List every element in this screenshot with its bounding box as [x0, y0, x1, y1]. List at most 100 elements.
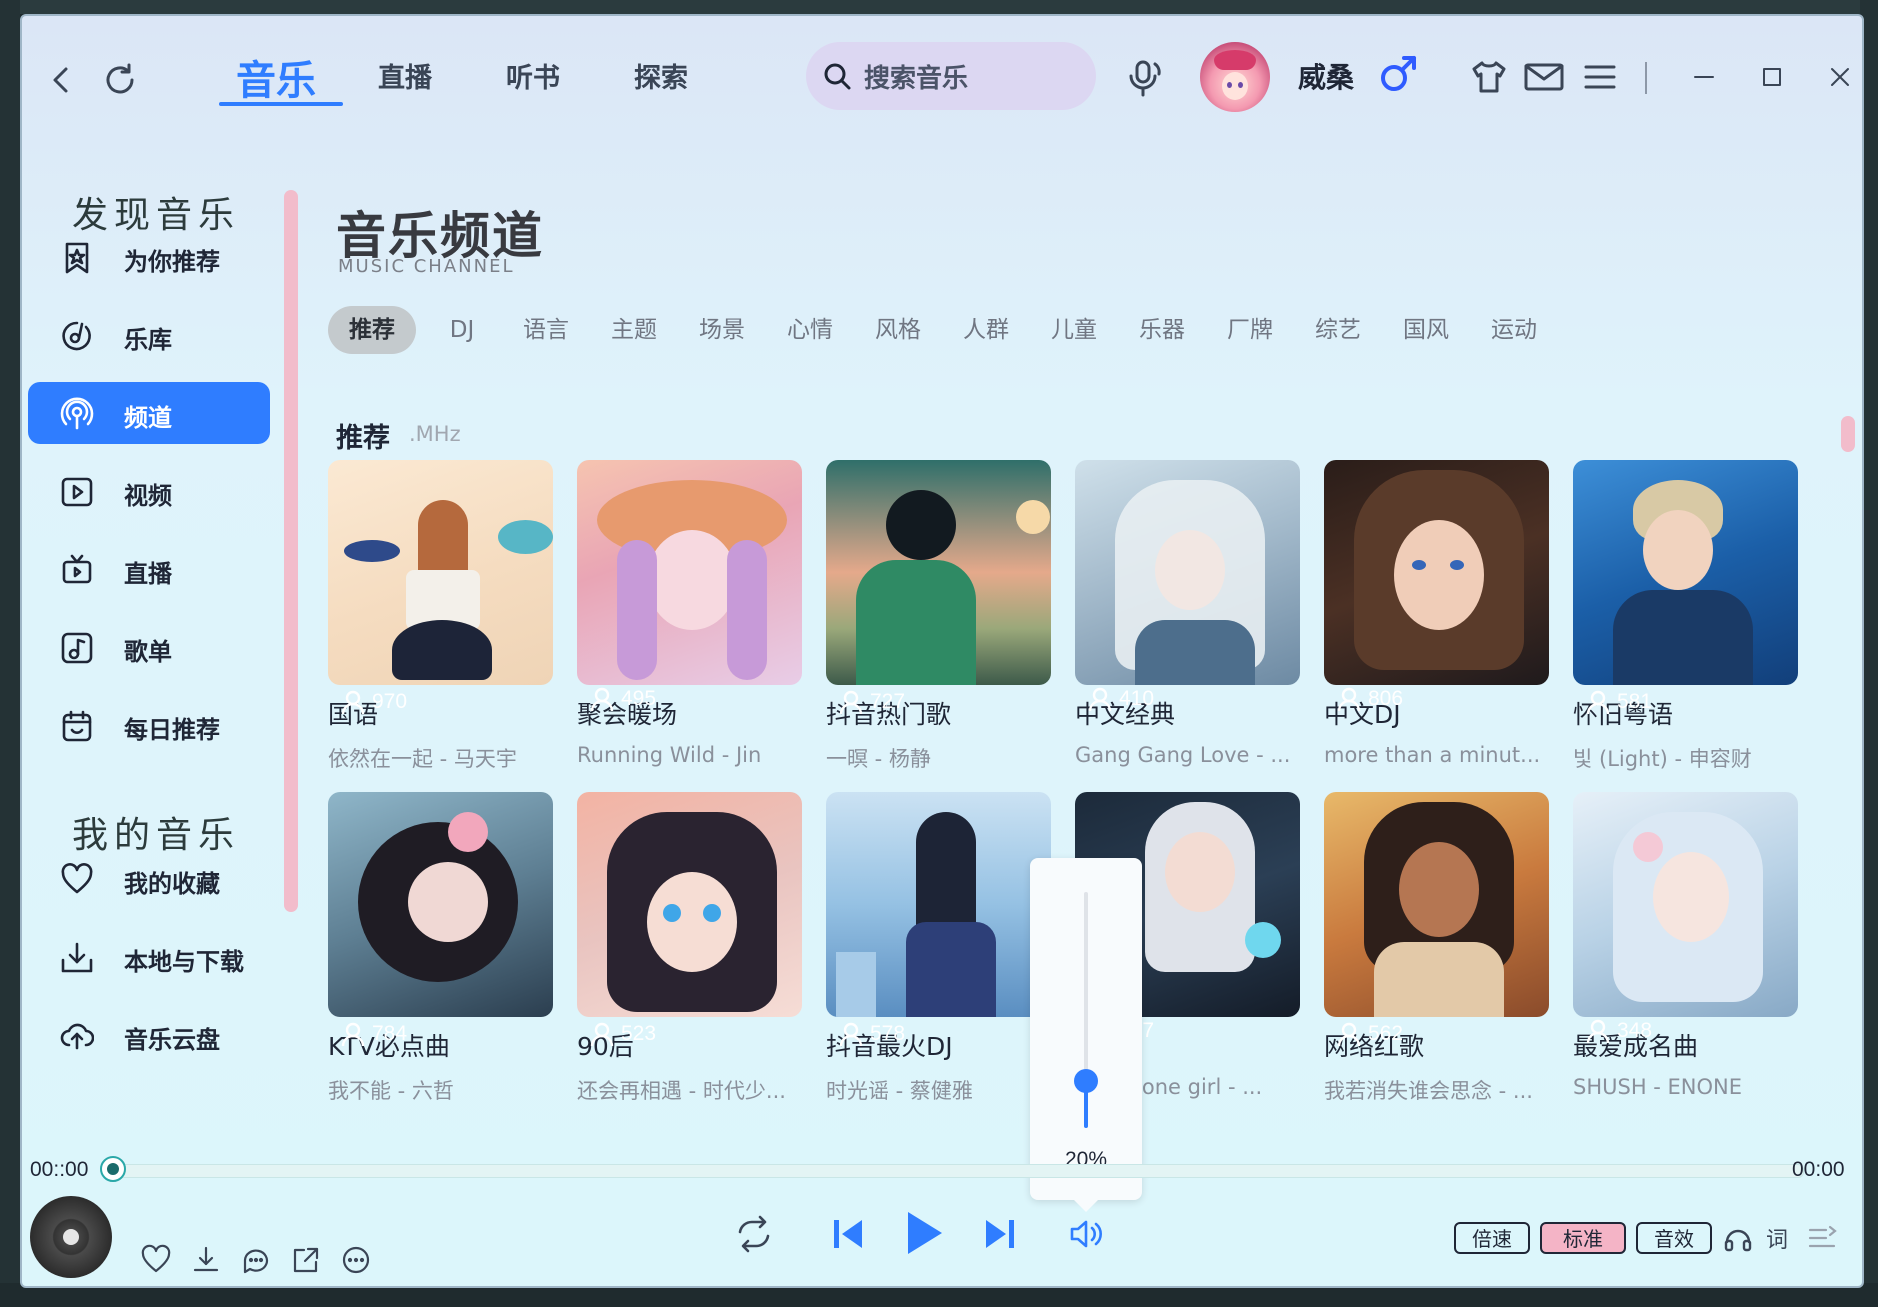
category-tab[interactable]: 厂牌	[1220, 306, 1280, 354]
volume-button[interactable]	[1066, 1214, 1106, 1254]
sidebar-item-download[interactable]: 本地与下载	[28, 926, 270, 988]
play-button[interactable]	[902, 1208, 946, 1258]
share-button[interactable]	[290, 1244, 322, 1276]
sidebar-item-live[interactable]: 直播	[28, 538, 270, 600]
lyrics-button[interactable]: 词	[1766, 1222, 1788, 1254]
user-icon	[1586, 1019, 1610, 1043]
minimize-button[interactable]	[1684, 62, 1724, 92]
category-tab[interactable]: 乐器	[1132, 306, 1192, 354]
category-tab[interactable]: 综艺	[1308, 306, 1368, 354]
headphones-icon	[1724, 1229, 1752, 1252]
listener-count: 727	[838, 642, 905, 761]
progress-track[interactable]	[112, 1164, 1804, 1178]
sidebar-item-cloud[interactable]: 音乐云盘	[28, 1004, 270, 1066]
category-tab[interactable]: DJ	[442, 306, 482, 354]
category-tab[interactable]: 心情	[780, 306, 840, 354]
section-title: 推荐	[336, 423, 390, 454]
playlist-queue-button[interactable]	[1806, 1222, 1838, 1254]
search-input[interactable]: 搜索音乐	[806, 42, 1096, 110]
volume-knob[interactable]	[1074, 1069, 1098, 1093]
music-note-icon	[60, 631, 94, 665]
user-icon	[590, 687, 614, 711]
tv-icon	[60, 553, 94, 587]
category-tab[interactable]: 人群	[956, 306, 1016, 354]
more-button[interactable]	[340, 1244, 372, 1276]
sidebar-item-channel[interactable]: 频道	[28, 382, 270, 444]
maximize-button[interactable]	[1752, 60, 1792, 94]
comment-button[interactable]	[240, 1244, 272, 1276]
sidebar-item-video[interactable]: 视频	[28, 460, 270, 522]
skin-button[interactable]	[1468, 56, 1510, 98]
category-tab[interactable]: 风格	[868, 306, 928, 354]
sidebar-item-library[interactable]: 乐库	[28, 304, 270, 366]
channel-card[interactable]: 581 怀旧粤语 빛 (Light) - 申容财	[1573, 460, 1798, 773]
channel-card[interactable]: 523 90后 还会再相遇 - 时代少...	[577, 792, 802, 1105]
speed-button[interactable]: 倍速	[1454, 1222, 1530, 1254]
category-tab[interactable]: 儿童	[1044, 306, 1104, 354]
channel-card[interactable]: 970 国语 依然在一起 - 马天宇	[328, 460, 553, 773]
back-button[interactable]	[42, 60, 82, 100]
listener-count: 562	[1336, 974, 1403, 1093]
refresh-button[interactable]	[98, 58, 142, 102]
tab-audiobook[interactable]: 听书	[506, 56, 560, 95]
tab-music[interactable]: 音乐	[236, 48, 316, 106]
sidebar-scrollbar[interactable]	[284, 190, 298, 912]
close-icon	[1831, 68, 1849, 86]
sidebar-item-label: 视频	[124, 482, 172, 510]
category-tab[interactable]: 国风	[1396, 306, 1456, 354]
next-button[interactable]	[982, 1216, 1018, 1252]
sidebar-item-favorites[interactable]: 我的收藏	[28, 848, 270, 910]
share-icon	[293, 1247, 319, 1273]
category-tab[interactable]: 主题	[604, 306, 664, 354]
menu-button[interactable]	[1578, 56, 1622, 98]
comment-icon	[243, 1249, 269, 1274]
channel-card[interactable]: 348 最爱成名曲 SHUSH - ENONE	[1573, 792, 1798, 1099]
channel-card[interactable]: 806 中文DJ more than a minut...	[1324, 460, 1549, 767]
video-play-icon	[60, 475, 94, 509]
channel-card[interactable]: 495 聚会暖场 Running Wild - Jin	[577, 460, 802, 767]
album-disc[interactable]	[30, 1196, 112, 1278]
channel-card[interactable]: 784 KTV必点曲 我不能 - 六哲	[328, 792, 553, 1105]
category-tab[interactable]: 场景	[692, 306, 752, 354]
more-icon	[342, 1246, 370, 1274]
sidebar-item-daily[interactable]: 每日推荐	[28, 694, 270, 756]
listener-count: 784	[340, 974, 407, 1093]
sidebar-item-label: 音乐云盘	[124, 1026, 220, 1054]
total-time: 00:00	[1792, 1158, 1845, 1181]
search-placeholder: 搜索音乐	[864, 63, 969, 94]
voice-search-button[interactable]	[1122, 56, 1166, 100]
channel-card[interactable]: 727 抖音热门歌 一暝 - 杨静	[826, 460, 1051, 773]
search-icon	[824, 63, 851, 90]
sidebar-item-label: 乐库	[124, 326, 172, 354]
category-tab[interactable]: 推荐	[328, 306, 416, 354]
previous-icon	[834, 1220, 862, 1248]
microphone-icon	[1129, 60, 1161, 97]
user-avatar[interactable]	[1200, 42, 1270, 112]
listener-count: 348	[1585, 974, 1652, 1087]
volume-popup: 20%	[1030, 858, 1142, 1212]
category-tab[interactable]: 语言	[516, 306, 576, 354]
user-icon	[1586, 690, 1610, 714]
channel-card[interactable]: 578 抖音最火DJ 时光谣 - 蔡健雅	[826, 792, 1051, 1105]
close-button[interactable]	[1820, 60, 1860, 94]
sound-effect-button[interactable]: 音效	[1636, 1222, 1712, 1254]
messages-button[interactable]	[1522, 56, 1566, 98]
tab-explore[interactable]: 探索	[634, 56, 688, 95]
download-button[interactable]	[190, 1244, 222, 1276]
like-button[interactable]	[140, 1244, 172, 1276]
sidebar-item-playlist[interactable]: 歌单	[28, 616, 270, 678]
user-name[interactable]: 威桑	[1298, 56, 1354, 96]
channel-card[interactable]: 410 中文经典 Gang Gang Love - ...	[1075, 460, 1300, 767]
sidebar-item-label: 直播	[124, 560, 172, 588]
channel-card[interactable]: 562 网络红歌 我若消失谁会思念 - ...	[1324, 792, 1549, 1105]
previous-button[interactable]	[830, 1216, 866, 1252]
quality-button[interactable]: 标准	[1540, 1222, 1626, 1254]
listen-together-button[interactable]	[1722, 1222, 1754, 1254]
repeat-button[interactable]	[732, 1212, 776, 1256]
main-scrollbar[interactable]	[1841, 416, 1855, 452]
sidebar-item-recommend[interactable]: 为你推荐	[28, 226, 270, 288]
tab-live[interactable]: 直播	[378, 56, 432, 95]
progress-knob[interactable]	[100, 1156, 126, 1182]
user-icon	[1088, 687, 1112, 711]
category-tab[interactable]: 运动	[1484, 306, 1544, 354]
